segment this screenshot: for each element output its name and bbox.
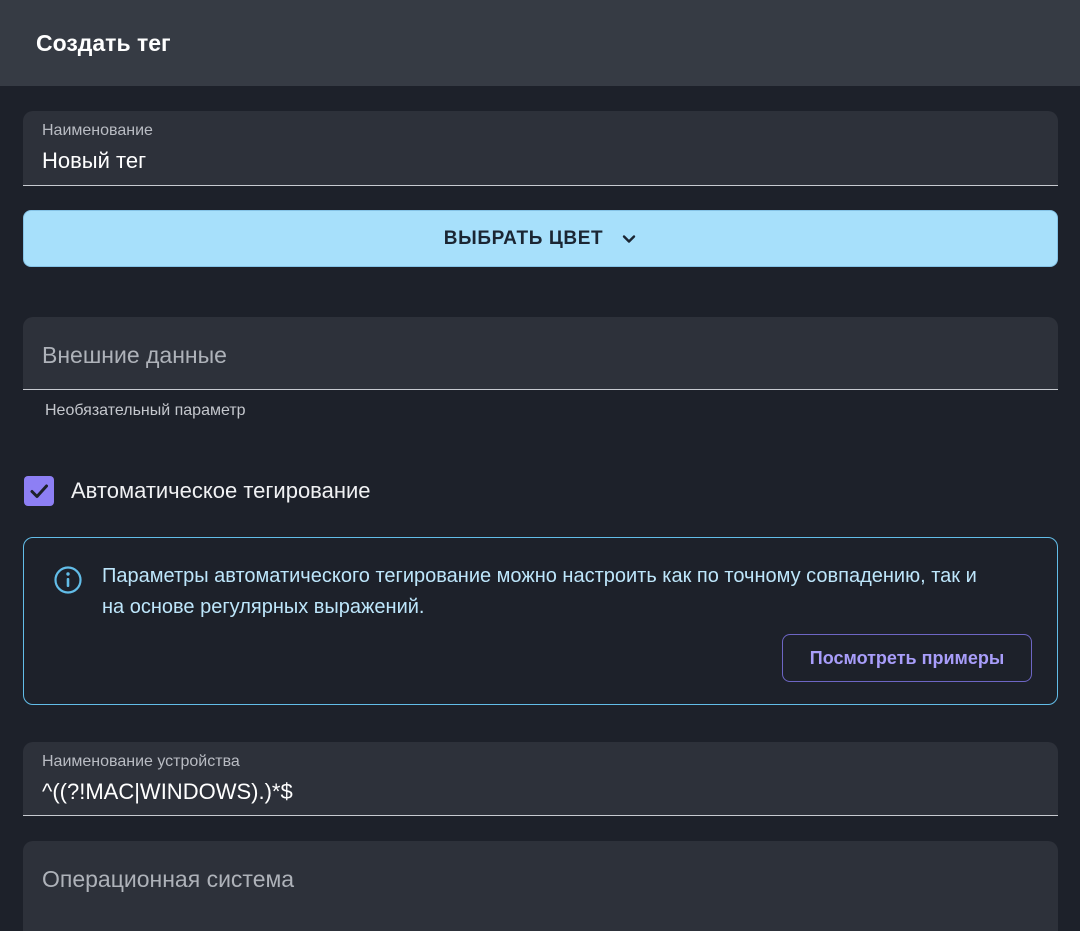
checkmark-icon: [30, 484, 48, 498]
external-data-placeholder: Внешние данные: [42, 342, 227, 368]
dialog-header: Создать тег: [0, 0, 1080, 86]
auto-tagging-row[interactable]: Автоматическое тегирование: [24, 476, 371, 506]
dialog-title: Создать тег: [36, 29, 171, 56]
info-icon: [53, 565, 83, 600]
auto-tagging-checkbox[interactable]: [24, 476, 54, 506]
choose-color-button[interactable]: ВЫБРАТЬ ЦВЕТ: [23, 210, 1058, 267]
chevron-down-icon: [621, 231, 637, 247]
os-field[interactable]: Операционная система: [23, 841, 1058, 931]
auto-tagging-label: Автоматическое тегирование: [71, 478, 371, 503]
os-field-placeholder: Операционная система: [42, 866, 295, 892]
name-field[interactable]: Наименование Новый тег: [23, 111, 1058, 186]
external-data-field[interactable]: Внешние данные: [23, 317, 1058, 390]
device-name-value[interactable]: ^((?!MAC|WINDOWS).)*$: [42, 779, 293, 805]
external-data-helper: Необязательный параметр: [45, 402, 246, 419]
name-field-label: Наименование: [42, 122, 153, 139]
info-alert: Параметры автоматического тегирование мо…: [23, 537, 1058, 705]
device-name-label: Наименование устройства: [42, 753, 240, 770]
device-name-field[interactable]: Наименование устройства ^((?!MAC|WINDOWS…: [23, 742, 1058, 816]
view-examples-button[interactable]: Посмотреть примеры: [782, 634, 1032, 682]
choose-color-label: ВЫБРАТЬ ЦВЕТ: [443, 227, 604, 249]
info-text: Параметры автоматического тегирование мо…: [102, 565, 977, 618]
name-field-value[interactable]: Новый тег: [42, 148, 146, 174]
